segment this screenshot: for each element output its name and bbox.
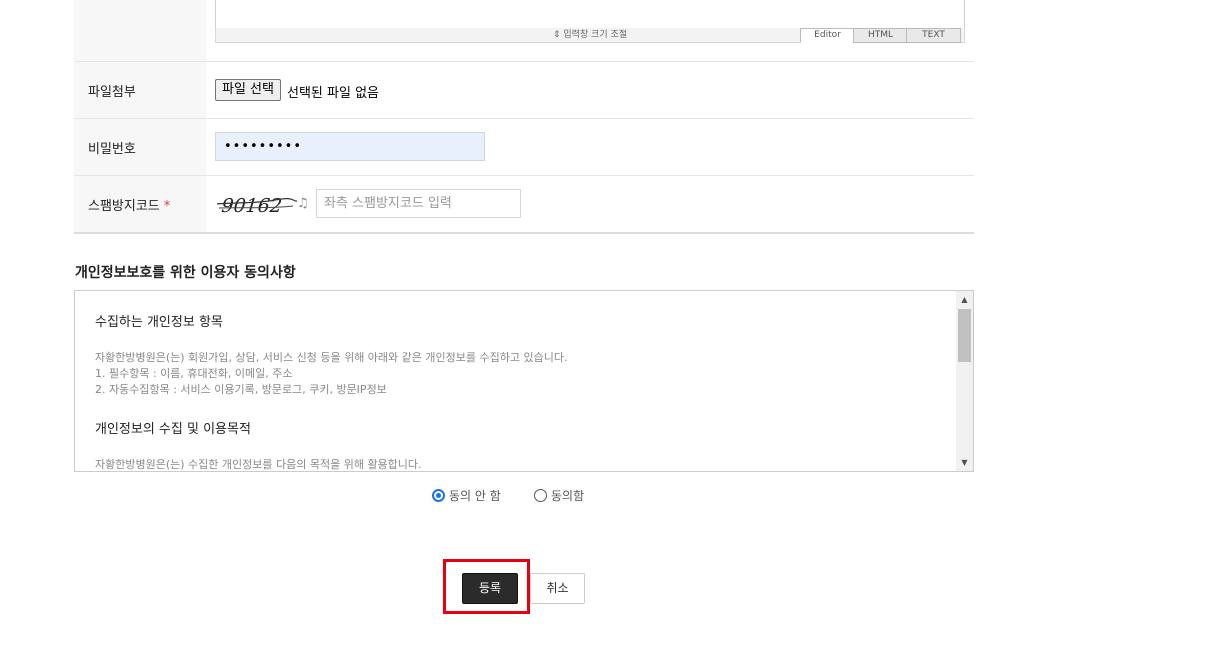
audio-captcha-icon[interactable]: ♫ [297,196,309,211]
captcha-input[interactable]: 좌측 스팸방지코드 입력 [316,189,521,218]
required-mark: * [163,199,171,214]
disagree-radio[interactable] [432,489,445,502]
scroll-up-icon[interactable]: ▲ [956,291,973,308]
privacy-paragraph: 자황한방병원은(는) 회원가입, 상담, 서비스 신청 등을 위해 아래와 같은… [95,350,945,398]
editor-row-header [74,0,206,61]
tab-text[interactable]: TEXT [906,28,961,43]
tab-html[interactable]: HTML [853,28,908,43]
scroll-down-icon[interactable]: ▼ [956,454,973,471]
privacy-line: 1. 필수항목 : 이름, 휴대전화, 이메일, 주소 [95,367,293,380]
privacy-title: 개인정보보호를 위한 이용자 동의사항 [75,265,296,281]
file-status-text: 선택된 파일 없음 [287,86,379,101]
cancel-button[interactable]: 취소 [530,573,585,604]
password-label: 비밀번호 [88,142,136,157]
password-row: 비밀번호 [74,119,974,176]
privacy-scrollbar[interactable]: ▲ ▼ [956,291,973,471]
attachment-row: 파일첨부 [74,62,974,119]
privacy-terms-box[interactable]: 수집하는 개인정보 항목 자황한방병원은(는) 회원가입, 상담, 서비스 신청… [74,290,974,472]
privacy-heading: 개인정보의 수집 및 이용목적 [95,422,251,437]
file-select-button[interactable]: 파일 선택 [215,79,281,101]
captcha-code-text: 90162 [220,195,283,216]
attachment-label: 파일첨부 [88,85,136,100]
captcha-label: 스팸방지코드 [88,199,160,214]
disagree-label[interactable]: 동의 안 함 [449,487,501,504]
password-input[interactable]: ••••••••• [215,132,485,161]
privacy-heading: 수집하는 개인정보 항목 [95,315,223,330]
agree-radio[interactable] [534,489,547,502]
submit-button[interactable]: 등록 [462,573,518,604]
privacy-line: 2. 자동수집항목 : 서비스 이용기록, 방문로그, 쿠키, 방문IP정보 [95,383,387,396]
captcha-row: 스팸방지코드 * [74,176,974,234]
privacy-line: 자황한방병원은(는) 회원가입, 상담, 서비스 신청 등을 위해 아래와 같은… [95,351,568,364]
editor-textarea[interactable] [215,0,965,29]
privacy-line: 자황한방병원은(는) 수집한 개인정보를 다음의 목적을 위해 활용합니다. [95,458,422,471]
tab-editor[interactable]: Editor [800,28,855,43]
privacy-paragraph: 자황한방병원은(는) 수집한 개인정보를 다음의 목적을 위해 활용합니다. [95,457,945,471]
privacy-terms-content: 수집하는 개인정보 항목 자황한방병원은(는) 회원가입, 상담, 서비스 신청… [95,311,945,471]
captcha-image: 90162 [216,195,297,216]
captcha-label-wrap: 스팸방지코드 * [88,195,170,214]
agree-label[interactable]: 동의함 [551,487,584,504]
scrollbar-thumb[interactable] [958,309,971,362]
